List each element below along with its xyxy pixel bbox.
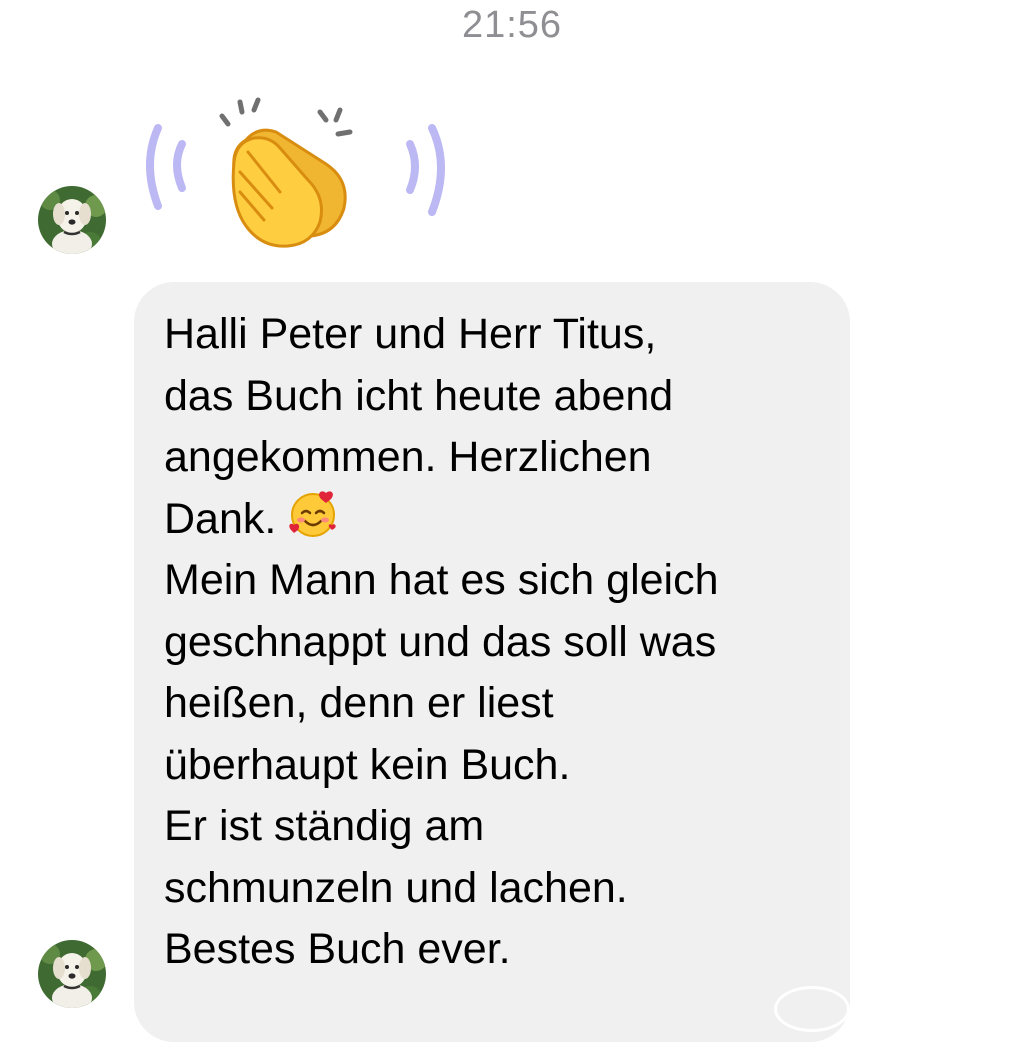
message-line: Mein Mann hat es sich gleich bbox=[164, 556, 719, 604]
dog-avatar-icon bbox=[38, 940, 106, 1008]
message-line: geschnappt und das soll was bbox=[164, 617, 717, 666]
dog-avatar-icon bbox=[38, 186, 106, 254]
message-bubble[interactable]: Halli Peter und Herr Titus, das Buch ich… bbox=[134, 282, 850, 1042]
avatar[interactable] bbox=[38, 940, 106, 1008]
smiling-face-with-hearts-icon bbox=[288, 489, 338, 539]
message-line: das Buch icht heute abend bbox=[164, 371, 674, 420]
message-text: Halli Peter und Herr Titus, das Buch ich… bbox=[164, 304, 830, 981]
message-timestamp: 21:56 bbox=[461, 4, 563, 46]
message-line: heißen, denn er liest bbox=[164, 679, 554, 727]
avatar[interactable] bbox=[38, 186, 106, 254]
clapping-hands-icon bbox=[146, 97, 445, 248]
message-line: Bestes Buch ever. bbox=[164, 925, 511, 973]
message-line: Dank. bbox=[164, 494, 277, 543]
message-line: schmunzeln und lachen. bbox=[164, 863, 628, 912]
clap-reaction[interactable] bbox=[130, 88, 460, 248]
message-line: angekommen. Herzlichen bbox=[164, 433, 652, 481]
reaction-badge[interactable] bbox=[774, 986, 850, 1032]
message-line: Er ist ständig am bbox=[164, 802, 485, 850]
message-line: überhaupt kein Buch. bbox=[164, 740, 571, 789]
message-line: Halli Peter und Herr Titus, bbox=[164, 310, 657, 358]
